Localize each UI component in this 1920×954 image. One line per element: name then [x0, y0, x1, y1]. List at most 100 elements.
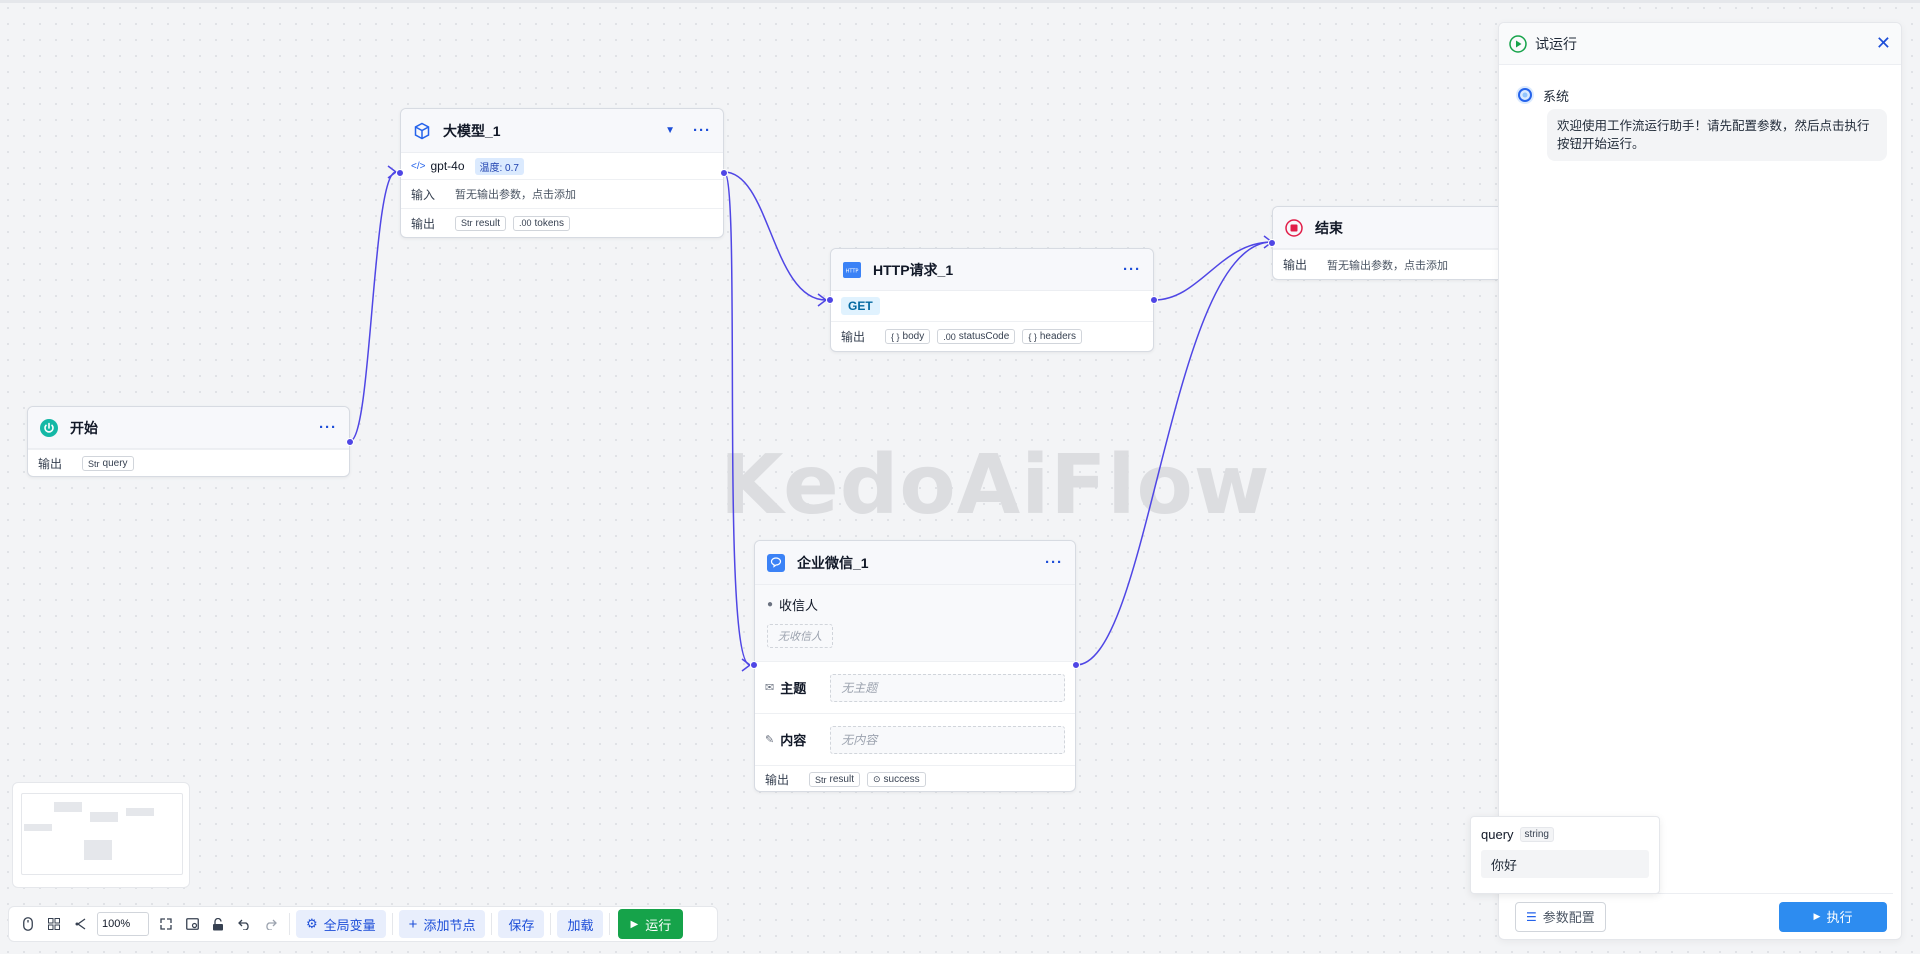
zoom-input[interactable]: 100%	[97, 912, 149, 936]
output-placeholder[interactable]: 暂无输出参数，点击添加	[1327, 257, 1448, 273]
output-label: 输出	[841, 330, 866, 344]
pencil-icon: ✎	[765, 734, 775, 746]
output-handle[interactable]	[1072, 661, 1080, 669]
execute-label: 执行	[1826, 910, 1853, 925]
subject-label: 主题	[780, 681, 807, 696]
edge-http-end	[1153, 241, 1273, 301]
param-config-label: 参数配置	[1542, 910, 1595, 925]
toolbar-divider	[609, 913, 611, 935]
output-tag: Str query	[82, 456, 134, 471]
minimap-node	[24, 824, 52, 831]
bottom-toolbar: 100% ⚙ 全局变量 + 添加节点 保存 加载 ▶ 运行	[8, 906, 718, 942]
minimap-viewport	[21, 793, 183, 875]
code-icon: </>	[411, 160, 426, 172]
input-placeholder[interactable]: 暂无输出参数，点击添加	[455, 186, 576, 202]
undo-icon[interactable]	[231, 911, 257, 937]
output-handle[interactable]	[1150, 296, 1158, 304]
output-handle[interactable]	[720, 169, 728, 177]
query-param-popup: query string 你好	[1470, 816, 1660, 894]
output-tag: { } body	[885, 329, 931, 344]
param-name: query	[1481, 827, 1514, 842]
input-handle[interactable]	[826, 296, 834, 304]
edge-llm-http	[723, 171, 827, 301]
output-tag: .00 tokens	[512, 215, 570, 231]
output-handle[interactable]	[346, 438, 354, 446]
node-wecom[interactable]: 企业微信_1 ··· ● 收信人 无收信人 ✉ 主题 无主题 ✎ 内容 无内容 …	[750, 540, 1080, 792]
node-title: 结束	[1315, 219, 1343, 236]
toolbar-divider	[289, 913, 290, 935]
gear-icon: ⚙	[306, 916, 318, 931]
output-label: 输出	[38, 457, 63, 471]
input-handle[interactable]	[1268, 239, 1276, 247]
output-tag: Str result	[809, 772, 860, 787]
edge-llm-wecom	[723, 171, 751, 666]
screenshot-icon[interactable]	[179, 911, 205, 937]
chevron-down-icon[interactable]: ▼	[665, 125, 675, 136]
node-end[interactable]: 结束 输出 暂无输出参数，点击添加	[1268, 206, 1512, 280]
subject-field[interactable]: 无主题	[830, 673, 1065, 702]
message-bubble: 欢迎使用工作流运行助手！请先配置参数，然后点击执行按钮开始运行。	[1547, 109, 1887, 161]
node-start[interactable]: 开始 ··· 输出 Str query	[27, 406, 354, 477]
method-badge: GET	[841, 297, 880, 315]
toolbar-divider	[391, 913, 393, 935]
more-icon[interactable]: ···	[1045, 554, 1063, 571]
global-vars-button[interactable]: ⚙ 全局变量	[296, 910, 386, 938]
output-label: 输出	[411, 216, 436, 231]
user-icon: ●	[767, 599, 774, 610]
play-icon: ▶	[1813, 911, 1821, 921]
output-tag: ⊙ success	[866, 772, 926, 787]
play-icon: ▶	[630, 918, 639, 930]
input-handle[interactable]	[396, 169, 404, 177]
output-label: 输出	[765, 773, 790, 787]
add-node-button[interactable]: + 添加节点	[398, 910, 486, 938]
run-button[interactable]: ▶ 运行	[618, 909, 684, 939]
recipient-label: 收信人	[779, 598, 819, 613]
node-title: 大模型_1	[443, 122, 501, 139]
node-llm[interactable]: 大模型_1 ▼ ··· </> gpt-4o 温度: 0.7 输入 暂无输出参数…	[396, 108, 728, 238]
toolbar-divider	[550, 913, 552, 935]
add-node-label: 添加节点	[423, 917, 476, 933]
more-icon[interactable]: ···	[319, 419, 337, 436]
execute-button[interactable]: ▶ 执行	[1779, 901, 1887, 932]
content-field[interactable]: 无内容	[830, 725, 1065, 754]
message-header: 系统	[1515, 85, 1569, 105]
node-title: 开始	[70, 419, 98, 436]
more-icon[interactable]: ···	[693, 122, 711, 139]
mouse-icon[interactable]	[15, 911, 41, 937]
power-icon	[40, 418, 58, 437]
output-tag: .00 statusCode	[937, 329, 1016, 344]
unlock-icon[interactable]	[205, 911, 231, 937]
system-avatar-icon	[1515, 85, 1535, 105]
output-tag: { } headers	[1022, 329, 1082, 344]
mail-icon: ✉	[765, 682, 775, 694]
test-run-panel: 试运行 ✕ 系统 欢迎使用工作流运行助手！请先配置参数，然后点击执行按钮开始运行…	[1498, 22, 1902, 940]
load-button[interactable]: 加载	[557, 910, 604, 938]
input-handle[interactable]	[750, 661, 758, 669]
grid-icon[interactable]	[41, 911, 67, 937]
node-title: HTTP请求_1	[873, 261, 954, 278]
save-button[interactable]: 保存	[498, 910, 545, 938]
redo-icon[interactable]	[257, 911, 283, 937]
minimap-node	[84, 840, 112, 860]
more-icon[interactable]: ···	[1123, 261, 1141, 278]
close-icon[interactable]: ✕	[1876, 33, 1891, 54]
fit-view-icon[interactable]	[153, 911, 179, 937]
layout-icon[interactable]	[67, 911, 93, 937]
query-input[interactable]: 你好	[1481, 850, 1649, 878]
param-config-button[interactable]: ☰ 参数配置	[1515, 901, 1606, 932]
recipient-field[interactable]: 无收信人	[767, 624, 833, 648]
stop-icon	[1285, 218, 1303, 237]
sender-name: 系统	[1543, 88, 1570, 104]
wecom-icon	[767, 553, 785, 572]
minimap-node	[54, 802, 82, 812]
svg-text:HTTP: HTTP	[846, 268, 859, 274]
node-http[interactable]: HTTP HTTP请求_1 ··· GET 输出 { } body .00 stat…	[826, 248, 1158, 352]
param-type-badge: string	[1519, 827, 1554, 842]
model-name: gpt-4o	[430, 159, 465, 173]
output-tag: Str result	[455, 215, 506, 231]
minimap-node	[90, 812, 118, 822]
http-icon: HTTP	[843, 261, 861, 278]
cube-icon	[413, 122, 431, 140]
panel-title: 试运行	[1535, 35, 1577, 52]
minimap[interactable]	[12, 782, 190, 888]
